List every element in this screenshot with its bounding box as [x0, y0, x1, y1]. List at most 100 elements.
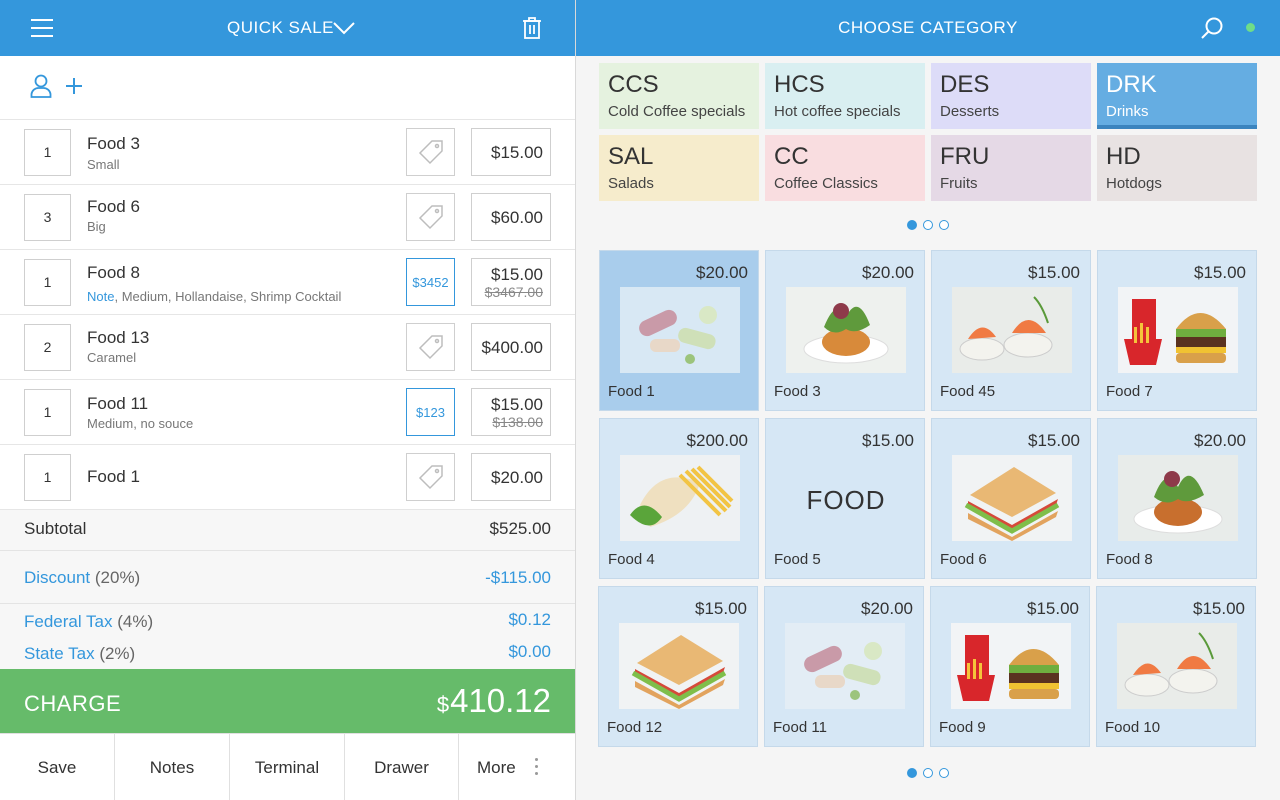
product-tile[interactable]: $15.00 Food 12: [598, 586, 758, 747]
product-price: $15.00: [1193, 599, 1245, 618]
quantity-box[interactable]: 1: [24, 259, 71, 306]
item-modifiers: Caramel: [87, 350, 137, 365]
quick-sale-header: QUICK SALE: [0, 0, 575, 56]
page-dot[interactable]: [923, 220, 933, 230]
category-code: CC: [774, 143, 809, 170]
order-item-row[interactable]: 1 Food 3 Small $15.00: [0, 120, 575, 185]
tag-icon: [418, 140, 443, 165]
product-pager: [576, 768, 1280, 778]
category-fru[interactable]: FRU Fruits: [931, 135, 1091, 201]
charge-currency: $: [436, 692, 450, 717]
trash-icon[interactable]: [521, 16, 543, 40]
charge-total: 410.12: [450, 682, 551, 719]
add-customer-icon[interactable]: [64, 76, 84, 96]
terminal-button[interactable]: Terminal: [230, 734, 345, 800]
order-item-row[interactable]: 3 Food 6 Big $60.00: [0, 185, 575, 250]
burger-fries-image-icon: [951, 623, 1071, 709]
product-tile[interactable]: $20.00 Food 3: [765, 250, 925, 411]
product-placeholder: FOOD: [806, 485, 886, 515]
category-ccs[interactable]: CCS Cold Coffee specials: [599, 63, 759, 129]
state-tax-label[interactable]: State Tax: [24, 644, 95, 663]
order-item-row[interactable]: 1 Food 1 $20.00: [0, 445, 575, 510]
user-icon[interactable]: [30, 74, 52, 98]
item-price: $15.00: [491, 395, 543, 414]
federal-tax-label[interactable]: Federal Tax: [24, 612, 113, 631]
discount-button[interactable]: [406, 193, 455, 241]
sandwich-image-icon: [952, 455, 1072, 541]
chevron-down-icon[interactable]: [332, 18, 356, 38]
sandwich-image-icon: [619, 623, 739, 709]
quantity-box[interactable]: 1: [24, 454, 71, 501]
discount-label[interactable]: Discount: [24, 568, 90, 587]
salad-plate-image-icon: [1118, 455, 1238, 541]
category-drk[interactable]: DRK Drinks: [1097, 63, 1257, 129]
quantity-box[interactable]: 1: [24, 129, 71, 176]
product-tile[interactable]: $15.00 Food 7: [1097, 250, 1257, 411]
order-item-row[interactable]: 1 Food 8 Note, Medium, Hollandaise, Shri…: [0, 250, 575, 315]
discount-button[interactable]: [406, 128, 455, 176]
order-panel: QUICK SALE 1 Food 3 Small $15.00 3 Food …: [0, 0, 575, 800]
discount-button[interactable]: [406, 323, 455, 371]
charge-button[interactable]: CHARGE $410.12: [0, 669, 575, 733]
save-button[interactable]: Save: [0, 734, 115, 800]
category-name: Salads: [608, 175, 654, 192]
drawer-button[interactable]: Drawer: [345, 734, 459, 800]
discount-button[interactable]: $123: [406, 388, 455, 436]
item-price-box[interactable]: $15.00: [471, 128, 551, 176]
page-dot[interactable]: [939, 768, 949, 778]
item-price-box[interactable]: $400.00: [471, 323, 551, 371]
product-name: Food 5: [774, 551, 821, 568]
product-name: Food 45: [940, 383, 996, 400]
header-title-area: QUICK SALE: [0, 18, 575, 38]
charge-amount: $410.12: [437, 682, 551, 720]
category-code: HD: [1106, 143, 1141, 170]
product-tile[interactable]: $200.00 Food 4: [599, 418, 759, 579]
item-modifiers: Small: [87, 157, 120, 172]
category-code: CCS: [608, 71, 659, 98]
page-dot[interactable]: [907, 220, 917, 230]
item-name: Food 13: [87, 328, 150, 347]
product-tile[interactable]: $15.00 FOOD Food 5: [765, 418, 925, 579]
item-modifiers: Medium, no souce: [87, 416, 194, 431]
page-dot[interactable]: [939, 220, 949, 230]
category-sal[interactable]: SAL Salads: [599, 135, 759, 201]
category-name: Cold Coffee specials: [608, 103, 746, 120]
product-tile[interactable]: $15.00 Food 45: [931, 250, 1091, 411]
product-tile[interactable]: $15.00 Food 6: [931, 418, 1091, 579]
item-price-box[interactable]: $15.00 $138.00: [471, 388, 551, 436]
product-tile[interactable]: $20.00 Food 8: [1097, 418, 1257, 579]
page-dot[interactable]: [923, 768, 933, 778]
category-hd[interactable]: HD Hotdogs: [1097, 135, 1257, 201]
more-button[interactable]: More: [459, 734, 575, 800]
quick-sale-title: QUICK SALE: [226, 18, 335, 37]
order-item-row[interactable]: 2 Food 13 Caramel $400.00: [0, 315, 575, 380]
discount-button[interactable]: [406, 453, 455, 501]
item-price-box[interactable]: $15.00 $3467.00: [471, 258, 551, 306]
wraps-image-icon: [785, 623, 905, 709]
notes-button[interactable]: Notes: [115, 734, 230, 800]
item-price-box[interactable]: $20.00: [471, 453, 551, 501]
category-hcs[interactable]: HCS Hot coffee specials: [765, 63, 925, 129]
discount-button[interactable]: $3452: [406, 258, 455, 306]
product-tile[interactable]: $15.00 Food 9: [930, 586, 1090, 747]
category-des[interactable]: DES Desserts: [931, 63, 1091, 129]
search-icon[interactable]: [1200, 16, 1224, 40]
quantity-box[interactable]: 2: [24, 324, 71, 371]
category-cc[interactable]: CC Coffee Classics: [765, 135, 925, 201]
tag-icon: [418, 335, 443, 360]
note-link[interactable]: Note: [87, 289, 114, 304]
order-item-row[interactable]: 1 Food 11 Medium, no souce $123 $15.00 $1…: [0, 380, 575, 445]
category-name: Desserts: [940, 103, 1000, 120]
quantity-box[interactable]: 3: [24, 194, 71, 241]
product-tile[interactable]: $20.00 Food 11: [764, 586, 924, 747]
product-price: $15.00: [695, 599, 747, 618]
more-vert-icon: [535, 758, 538, 779]
product-name: Food 10: [1105, 719, 1161, 736]
item-price-box[interactable]: $60.00: [471, 193, 551, 241]
product-tile[interactable]: $15.00 Food 10: [1096, 586, 1256, 747]
page-dot[interactable]: [907, 768, 917, 778]
category-code: DRK: [1106, 71, 1157, 98]
modifier-text: , Medium, Hollandaise, Shrimp Cocktail: [114, 289, 342, 304]
product-tile[interactable]: $20.00 Food 1: [599, 250, 759, 411]
quantity-box[interactable]: 1: [24, 389, 71, 436]
